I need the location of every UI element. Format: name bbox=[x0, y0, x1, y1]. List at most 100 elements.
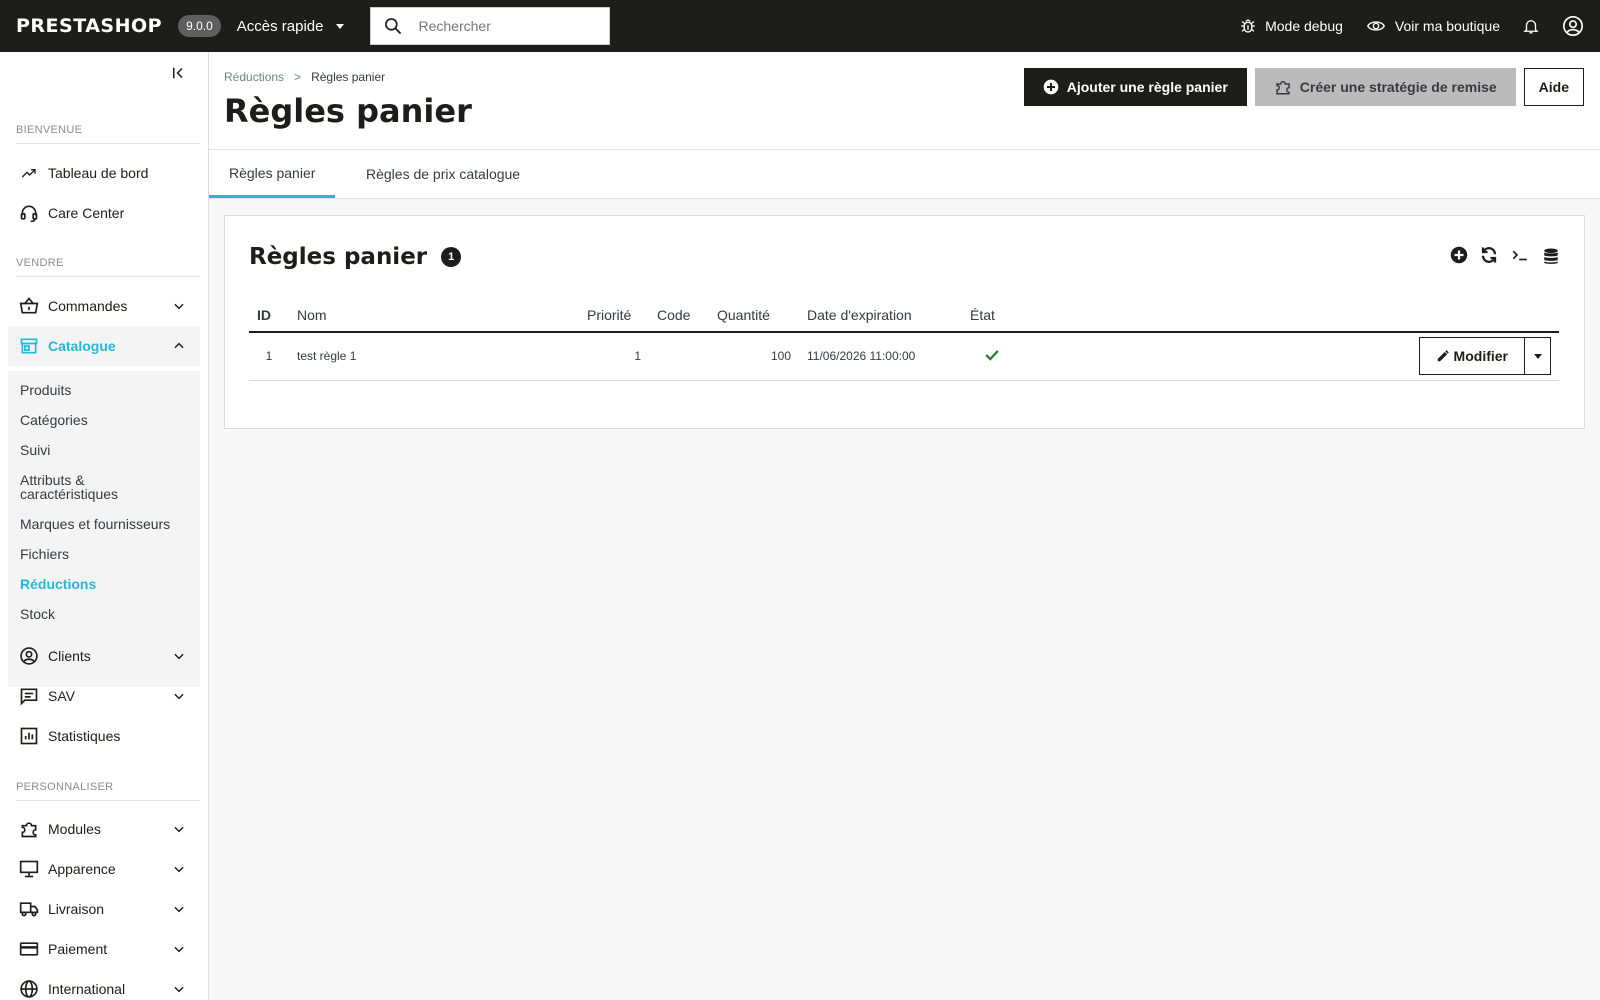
chevron-down-icon bbox=[174, 946, 184, 953]
export-sql-manager-button[interactable] bbox=[1542, 246, 1560, 266]
submenu-item-attributes[interactable]: Attributs & caractéristiques bbox=[20, 473, 118, 501]
column-header-id[interactable]: ID bbox=[249, 298, 289, 333]
bell-icon bbox=[1523, 20, 1539, 34]
account-button[interactable] bbox=[1562, 15, 1584, 37]
terminal-icon bbox=[1512, 250, 1527, 261]
tabs-bar: Règles panier Règles de prix catalogue bbox=[209, 149, 1600, 199]
help-button[interactable]: Aide bbox=[1523, 68, 1584, 106]
refresh-button[interactable] bbox=[1480, 246, 1498, 266]
breadcrumb: Réductions > Règles panier bbox=[224, 70, 385, 84]
sidebar-item-shipping[interactable]: Livraison bbox=[8, 889, 200, 929]
column-header-code[interactable]: Code bbox=[649, 298, 709, 333]
cart-rules-table: ID Nom Priorité Code Quantité Date d'exp… bbox=[249, 298, 1559, 381]
tab-catalog-price-rules[interactable]: Règles de prix catalogue bbox=[346, 150, 540, 198]
divider bbox=[16, 276, 200, 277]
database-icon bbox=[1544, 248, 1558, 264]
cell-id: 1 bbox=[249, 332, 289, 381]
debug-mode-link[interactable]: Mode debug bbox=[1239, 17, 1343, 35]
pencil-icon bbox=[1437, 350, 1449, 362]
version-badge: 9.0.0 bbox=[178, 15, 221, 37]
submenu-item-discounts[interactable]: Réductions bbox=[20, 577, 96, 591]
sidebar-item-label: Paiement bbox=[48, 941, 108, 957]
page-header: Réductions > Règles panier Règles panier… bbox=[209, 52, 1600, 149]
headset-icon bbox=[18, 202, 40, 224]
search-box[interactable] bbox=[369, 7, 610, 45]
sidebar-item-label: International bbox=[48, 981, 126, 997]
sidebar-item-payment[interactable]: Paiement bbox=[8, 929, 200, 969]
chevron-down-icon bbox=[174, 866, 184, 873]
sidebar-item-care-center[interactable]: Care Center bbox=[8, 193, 200, 233]
submenu-item-brands[interactable]: Marques et fournisseurs bbox=[20, 517, 170, 531]
row-actions-dropdown[interactable] bbox=[1525, 337, 1551, 376]
trending-up-icon bbox=[18, 162, 40, 184]
eye-icon bbox=[1366, 21, 1385, 31]
user-circle-icon bbox=[18, 645, 40, 667]
column-header-actions bbox=[1022, 298, 1559, 333]
plus-circle-icon bbox=[1043, 79, 1059, 95]
check-icon[interactable] bbox=[985, 349, 999, 361]
notifications-button[interactable] bbox=[1522, 16, 1540, 36]
sidebar-item-international[interactable]: International bbox=[8, 969, 200, 1000]
globe-icon bbox=[18, 978, 40, 1000]
submenu-item-monitoring[interactable]: Suivi bbox=[20, 443, 50, 457]
tab-cart-rules[interactable]: Règles panier bbox=[209, 150, 336, 198]
column-header-quantity[interactable]: Quantité bbox=[709, 298, 799, 333]
sidebar-item-label: Livraison bbox=[48, 901, 105, 917]
sidebar-item-dashboard[interactable]: Tableau de bord bbox=[8, 153, 200, 193]
show-sql-button[interactable] bbox=[1510, 246, 1530, 266]
caret-down-icon bbox=[1533, 353, 1542, 359]
sidebar-item-statistics[interactable]: Statistiques bbox=[8, 716, 200, 756]
chevron-up-icon bbox=[174, 342, 184, 349]
sidebar-item-appearance[interactable]: Apparence bbox=[8, 849, 200, 889]
sidebar-item-label: Catalogue bbox=[48, 338, 116, 354]
column-header-priority[interactable]: Priorité bbox=[579, 298, 649, 333]
bar-chart-icon bbox=[18, 725, 40, 747]
desktop-icon bbox=[18, 858, 40, 880]
add-cart-rule-button[interactable]: Ajouter une règle panier bbox=[1023, 68, 1247, 106]
quick-access-dropdown[interactable]: Accès rapide bbox=[237, 18, 344, 35]
divider bbox=[16, 800, 200, 801]
view-shop-link[interactable]: Voir ma boutique bbox=[1365, 17, 1500, 35]
add-new-button[interactable] bbox=[1450, 246, 1468, 266]
credit-card-icon bbox=[18, 938, 40, 960]
prestashop-logo[interactable]: PRESTASHOP bbox=[16, 15, 162, 37]
collapse-sidebar-button[interactable] bbox=[170, 64, 188, 85]
refresh-icon bbox=[1481, 247, 1497, 263]
sidebar-item-modules[interactable]: Modules bbox=[8, 809, 200, 849]
edit-button[interactable]: Modifier bbox=[1418, 337, 1525, 376]
chat-icon bbox=[18, 685, 40, 707]
column-header-name[interactable]: Nom bbox=[289, 298, 579, 333]
view-shop-label: Voir ma boutique bbox=[1394, 18, 1500, 34]
sidebar-item-sav[interactable]: SAV bbox=[8, 676, 200, 716]
submenu-label-line1: Attributs & bbox=[20, 472, 85, 488]
sidebar-item-label: Apparence bbox=[48, 861, 116, 877]
basket-icon bbox=[18, 295, 40, 317]
submenu-label-line2: caractéristiques bbox=[20, 486, 119, 502]
sidebar-item-label: Statistiques bbox=[48, 728, 121, 744]
section-sell: VENDRE bbox=[16, 257, 64, 269]
top-header: PRESTASHOP 9.0.0 Accès rapide Mode debug… bbox=[0, 0, 1600, 52]
submenu-item-categories[interactable]: Catégories bbox=[20, 413, 88, 427]
sidebar-item-clients[interactable]: Clients bbox=[8, 636, 200, 676]
breadcrumb-parent-link[interactable]: Réductions bbox=[224, 70, 284, 84]
chevron-down-icon bbox=[174, 826, 184, 833]
sidebar-item-orders[interactable]: Commandes bbox=[8, 286, 200, 326]
column-header-expiration[interactable]: Date d'expiration bbox=[799, 298, 962, 333]
user-circle-icon bbox=[1563, 16, 1583, 36]
submenu-item-files[interactable]: Fichiers bbox=[20, 547, 69, 561]
collapse-left-icon bbox=[173, 67, 183, 79]
chevron-down-icon bbox=[174, 653, 184, 660]
search-input[interactable] bbox=[418, 18, 589, 34]
submenu-item-products[interactable]: Produits bbox=[20, 383, 71, 397]
submenu-item-stock[interactable]: Stock bbox=[20, 607, 55, 621]
sidebar-item-label: Commandes bbox=[48, 298, 128, 314]
cell-expiration: 11/06/2026 11:00:00 bbox=[799, 332, 962, 381]
table-row: 1 test règle 1 1 100 11/06/2026 11:00:00… bbox=[249, 332, 1559, 381]
caret-down-icon bbox=[335, 23, 344, 29]
column-header-state[interactable]: État bbox=[962, 298, 1022, 333]
divider bbox=[16, 143, 200, 144]
sidebar-item-catalog[interactable]: Catalogue bbox=[8, 326, 200, 366]
chevron-down-icon bbox=[174, 693, 184, 700]
breadcrumb-separator: > bbox=[294, 70, 302, 84]
create-discount-strategy-button[interactable]: Créer une stratégie de remise bbox=[1254, 68, 1516, 106]
